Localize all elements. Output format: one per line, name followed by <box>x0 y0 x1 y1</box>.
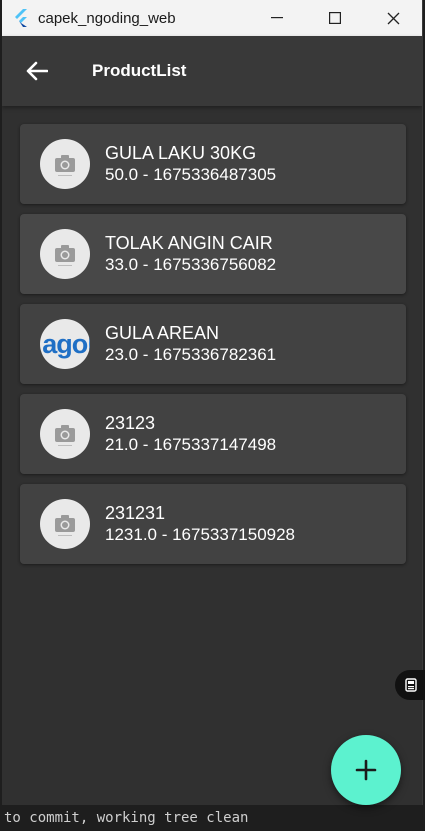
product-image <box>40 229 90 279</box>
product-logo: agol <box>42 328 90 359</box>
product-texts: 23123 21.0 - 1675337147498 <box>105 412 276 456</box>
product-texts: 231231 1231.0 - 1675337150928 <box>105 502 295 546</box>
add-product-button[interactable] <box>331 735 401 805</box>
product-name: 23123 <box>105 413 156 433</box>
product-list: GULA LAKU 30KG 50.0 - 1675336487305 TOLAK … <box>2 106 422 564</box>
product-detail: 21.0 - 1675337147498 <box>105 435 277 454</box>
app-bar: ProductList <box>2 36 422 106</box>
product-name: TOLAK ANGIN CAIR <box>105 233 273 253</box>
camera-placeholder-icon <box>55 425 75 446</box>
product-detail: 1231.0 - 1675337150928 <box>105 525 296 544</box>
product-card[interactable]: 231231 1231.0 - 1675337150928 <box>20 484 406 564</box>
product-detail: 33.0 - 1675336756082 <box>105 255 277 274</box>
product-name: GULA AREAN <box>105 323 220 343</box>
side-tab-button[interactable] <box>395 670 425 700</box>
camera-placeholder-icon <box>55 245 75 266</box>
plus-icon <box>355 759 377 781</box>
app-window: capek_ngoding_web ProductList GULA LAKU … <box>2 0 423 805</box>
product-texts: TOLAK ANGIN CAIR 33.0 - 1675336756082 <box>105 232 276 276</box>
product-image <box>40 499 90 549</box>
window-title: capek_ngoding_web <box>38 9 176 27</box>
maximize-icon <box>329 12 341 24</box>
background-terminal-text: to commit, working tree clean <box>4 810 249 826</box>
product-card[interactable]: agol GULA AREAN 23.0 - 1675336782361 <box>20 304 406 384</box>
close-icon <box>387 12 399 24</box>
product-card[interactable]: 23123 21.0 - 1675337147498 <box>20 394 406 474</box>
product-detail: 23.0 - 1675336782361 <box>105 345 277 364</box>
camera-placeholder-icon <box>55 515 75 536</box>
product-name: 231231 <box>105 503 166 523</box>
product-image <box>40 139 90 189</box>
back-button[interactable] <box>24 58 50 84</box>
flutter-icon <box>15 9 27 27</box>
page-title: ProductList <box>92 61 187 80</box>
product-card[interactable]: TOLAK ANGIN CAIR 33.0 - 1675336756082 <box>20 214 406 294</box>
product-image: agol <box>40 319 90 369</box>
minimize-icon <box>271 17 283 19</box>
window-titlebar[interactable]: capek_ngoding_web <box>2 0 422 36</box>
close-button[interactable] <box>364 0 422 36</box>
minimize-button[interactable] <box>248 0 306 36</box>
product-texts: GULA LAKU 30KG 50.0 - 1675336487305 <box>105 142 276 186</box>
camera-placeholder-icon <box>55 155 75 176</box>
arrow-back-icon <box>26 61 48 81</box>
product-card[interactable]: GULA LAKU 30KG 50.0 - 1675336487305 <box>20 124 406 204</box>
product-texts: GULA AREAN 23.0 - 1675336782361 <box>105 322 276 366</box>
product-detail: 50.0 - 1675336487305 <box>105 165 277 184</box>
device-icon <box>405 678 417 692</box>
product-image <box>40 409 90 459</box>
product-name: GULA LAKU 30KG <box>105 143 257 163</box>
maximize-button[interactable] <box>306 0 364 36</box>
